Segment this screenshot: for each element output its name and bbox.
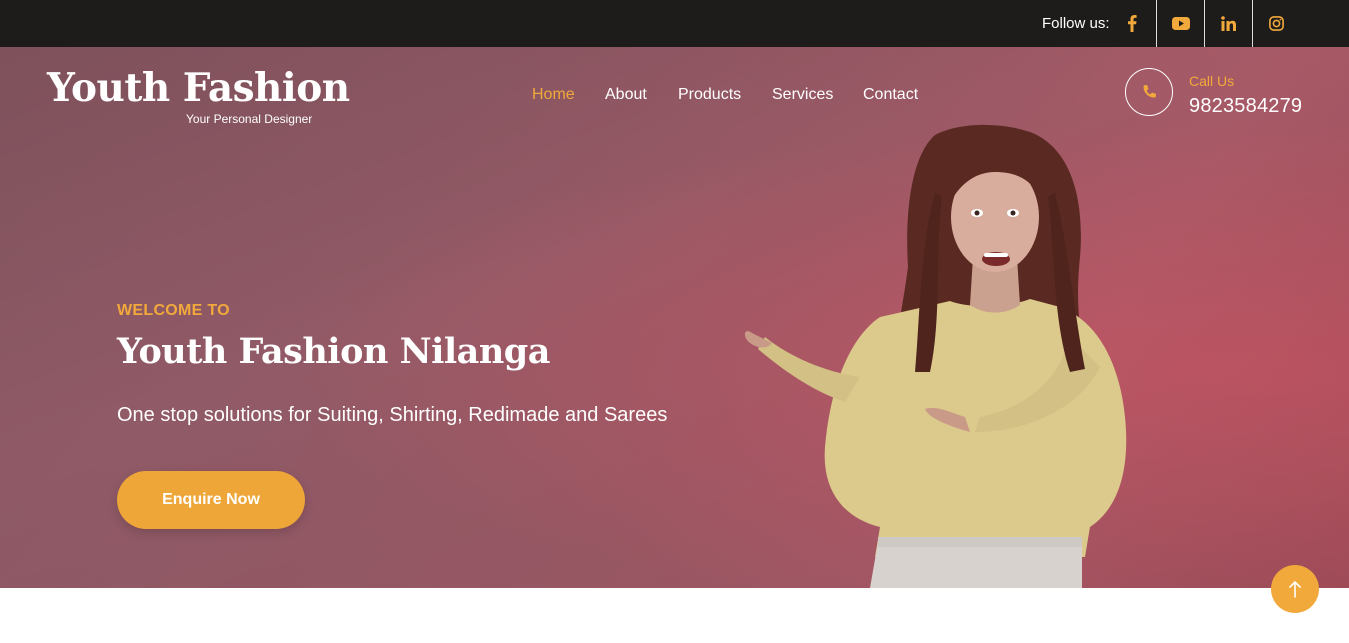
- call-button[interactable]: [1125, 68, 1173, 116]
- instagram-icon[interactable]: [1252, 0, 1300, 47]
- nav-item-home[interactable]: Home: [532, 86, 575, 104]
- nav-item-services[interactable]: Services: [772, 86, 833, 104]
- hero-model-image: [744, 124, 1127, 588]
- hero-subtitle: One stop solutions for Suiting, Shirting…: [117, 404, 668, 426]
- brand-tagline: Your Personal Designer: [186, 112, 313, 126]
- brand-logo-title[interactable]: Youth Fashion: [47, 64, 350, 112]
- call-us-label: Call Us: [1189, 73, 1235, 89]
- phone-icon: [1143, 85, 1156, 98]
- facebook-icon[interactable]: [1108, 0, 1156, 47]
- enquire-now-button[interactable]: Enquire Now: [117, 471, 305, 529]
- nav-item-about[interactable]: About: [605, 86, 647, 104]
- nav-item-contact[interactable]: Contact: [863, 86, 918, 104]
- phone-number[interactable]: 9823584279: [1189, 95, 1302, 118]
- linkedin-icon[interactable]: [1204, 0, 1252, 47]
- follow-us-label: Follow us:: [1042, 15, 1110, 32]
- arrow-up-icon: [1289, 581, 1301, 598]
- welcome-label: WELCOME TO: [117, 302, 230, 319]
- top-bar: Follow us:: [0, 0, 1349, 47]
- nav-item-products[interactable]: Products: [678, 86, 741, 104]
- youtube-icon[interactable]: [1156, 0, 1204, 47]
- hero-title: Youth Fashion Nilanga: [117, 331, 550, 372]
- back-to-top-button[interactable]: [1271, 565, 1319, 613]
